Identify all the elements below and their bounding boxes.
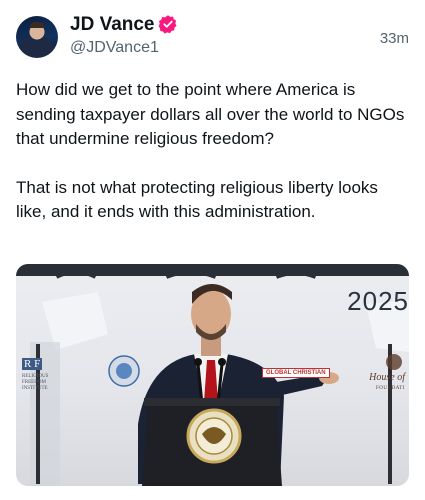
tweet-card[interactable]: JD Vance @JDVance1 33m How did we get to…	[0, 0, 425, 500]
event-banner: GLOBAL CHRISTIAN	[262, 368, 330, 378]
sponsor-logo-subtext: FOUNDATI	[376, 386, 405, 391]
verified-badge-icon	[158, 15, 177, 34]
rf-logo-text: Religious Freedom Institute	[22, 374, 49, 391]
author-name[interactable]: JD Vance	[70, 14, 155, 36]
rf-logo-mark: R F	[22, 358, 43, 370]
rf-logo: R F Religious Freedom Institute	[22, 354, 66, 392]
tweet-paragraph-2: That is not what protecting religious li…	[16, 177, 378, 222]
author-handle[interactable]: @JDVance1	[70, 38, 159, 58]
avatar-hair	[30, 22, 44, 28]
backdrop-year: 2025	[347, 286, 409, 316]
tweet-text: How did we get to the point where Americ…	[16, 78, 408, 225]
sponsor-logo: House of FOUNDATI	[369, 372, 405, 394]
sponsor-logo-text: House of	[369, 372, 405, 383]
tweet-media-image[interactable]: 2025 R F Religious Freedom Institute GLO…	[16, 264, 409, 486]
tweet-paragraph-1: How did we get to the point where Americ…	[16, 80, 405, 148]
post-timestamp[interactable]: 33m	[380, 30, 409, 47]
author-avatar[interactable]	[16, 16, 58, 58]
